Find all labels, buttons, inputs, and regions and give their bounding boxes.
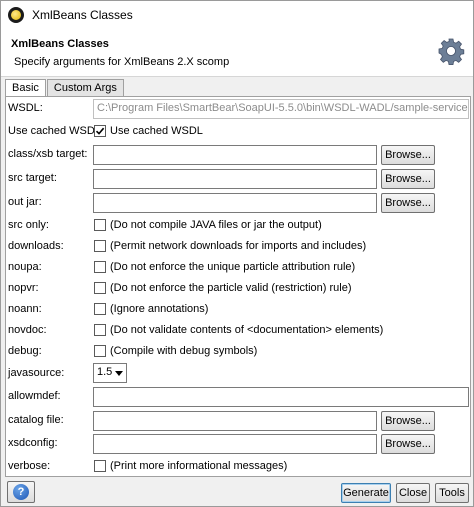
nopvr-checkbox[interactable] — [94, 282, 106, 294]
row-downloads: downloads: (Permit network downloads for… — [6, 236, 472, 258]
catalog-file-browse-button[interactable]: Browse... — [381, 411, 435, 431]
help-button[interactable]: ? — [7, 481, 35, 503]
src-target-label: src target: — [8, 172, 57, 184]
out-jar-browse-button[interactable]: Browse... — [381, 193, 435, 213]
row-noann: noann: (Ignore annotations) — [6, 299, 472, 321]
row-src-target: src target: Browse... — [6, 168, 472, 190]
class-xsb-target-label: class/xsb target: — [8, 148, 88, 160]
row-wsdl: WSDL: C:\Program Files\SmartBear\SoapUI-… — [6, 98, 472, 120]
checkmark-icon — [95, 127, 105, 135]
nopvr-text: (Do not enforce the particle valid (rest… — [110, 282, 352, 294]
header-description: Specify arguments for XmlBeans 2.X scomp — [14, 56, 230, 68]
row-xsdconfig: xsdconfig: Browse... — [6, 433, 472, 455]
verbose-text: (Print more informational messages) — [110, 460, 288, 472]
novdoc-checkbox[interactable] — [94, 324, 106, 336]
noann-label: noann: — [8, 303, 42, 315]
catalog-file-label: catalog file: — [8, 414, 64, 426]
dialog-header: XmlBeans Classes Specify arguments for X… — [1, 29, 473, 77]
wsdl-label: WSDL: — [8, 102, 43, 114]
debug-text: (Compile with debug symbols) — [110, 345, 258, 357]
out-jar-label: out jar: — [8, 196, 42, 208]
row-src-only: src only: (Do not compile JAVA files or … — [6, 215, 472, 237]
use-cached-wsdl-checkbox[interactable] — [94, 125, 106, 137]
tab-custom-args[interactable]: Custom Args — [46, 79, 124, 97]
wsdl-field[interactable]: C:\Program Files\SmartBear\SoapUI-5.5.0\… — [93, 99, 469, 119]
xsdconfig-input[interactable] — [93, 434, 377, 454]
downloads-label: downloads: — [8, 240, 64, 252]
allowmdef-label: allowmdef: — [8, 390, 61, 402]
javasource-label: javasource: — [8, 367, 65, 379]
debug-label: debug: — [8, 345, 42, 357]
header-title: XmlBeans Classes — [11, 38, 109, 50]
row-class-xsb-target: class/xsb target: Browse... — [6, 144, 472, 166]
novdoc-text: (Do not validate contents of <documentat… — [110, 324, 384, 336]
row-javasource: javasource: 1.5 — [6, 363, 472, 385]
src-only-checkbox[interactable] — [94, 219, 106, 231]
tab-bar: Basic Custom Args — [5, 79, 125, 98]
class-xsb-target-input[interactable] — [93, 145, 377, 165]
novdoc-label: novdoc: — [8, 324, 47, 336]
allowmdef-input[interactable] — [93, 387, 469, 407]
javasource-select[interactable]: 1.5 — [93, 363, 127, 383]
verbose-checkbox[interactable] — [94, 460, 106, 472]
nopvr-label: nopvr: — [8, 282, 39, 294]
row-debug: debug: (Compile with debug symbols) — [6, 341, 472, 363]
soapui-app-icon — [8, 7, 24, 23]
generate-button[interactable]: Generate — [341, 483, 391, 503]
class-xsb-target-browse-button[interactable]: Browse... — [381, 145, 435, 165]
dialog-footer: ? Generate Close Tools — [1, 479, 473, 507]
downloads-checkbox[interactable] — [94, 240, 106, 252]
title-bar: XmlBeans Classes — [1, 1, 473, 29]
src-target-browse-button[interactable]: Browse... — [381, 169, 435, 189]
dropdown-arrow-icon — [115, 371, 123, 376]
noupa-label: noupa: — [8, 261, 42, 273]
basic-panel: WSDL: C:\Program Files\SmartBear\SoapUI-… — [5, 96, 471, 477]
noann-checkbox[interactable] — [94, 303, 106, 315]
row-allowmdef: allowmdef: — [6, 386, 472, 408]
use-cached-wsdl-label: Use cached WSDL: — [8, 125, 104, 137]
noann-text: (Ignore annotations) — [110, 303, 209, 315]
close-button[interactable]: Close — [396, 483, 430, 503]
use-cached-wsdl-text: Use cached WSDL — [110, 125, 203, 137]
verbose-label: verbose: — [8, 460, 51, 472]
catalog-file-input[interactable] — [93, 411, 377, 431]
row-out-jar: out jar: Browse... — [6, 192, 472, 214]
xsdconfig-label: xsdconfig: — [8, 437, 58, 449]
row-use-cached-wsdl: Use cached WSDL: Use cached WSDL — [6, 121, 472, 143]
row-catalog-file: catalog file: Browse... — [6, 410, 472, 432]
help-icon: ? — [13, 484, 29, 500]
out-jar-input[interactable] — [93, 193, 377, 213]
noupa-checkbox[interactable] — [94, 261, 106, 273]
row-novdoc: novdoc: (Do not validate contents of <do… — [6, 320, 472, 342]
javasource-value: 1.5 — [97, 366, 113, 378]
row-nopvr: nopvr: (Do not enforce the particle vali… — [6, 278, 472, 300]
window-title: XmlBeans Classes — [32, 8, 133, 22]
tools-button[interactable]: Tools — [435, 483, 469, 503]
src-target-input[interactable] — [93, 169, 377, 189]
downloads-text: (Permit network downloads for imports an… — [110, 240, 367, 252]
noupa-text: (Do not enforce the unique particle attr… — [110, 261, 356, 273]
row-verbose: verbose: (Print more informational messa… — [6, 456, 472, 478]
src-only-text: (Do not compile JAVA files or jar the ou… — [110, 219, 322, 231]
xsdconfig-browse-button[interactable]: Browse... — [381, 434, 435, 454]
gear-icon — [438, 38, 465, 65]
row-noupa: noupa: (Do not enforce the unique partic… — [6, 257, 472, 279]
src-only-label: src only: — [8, 219, 49, 231]
dialog-window: XmlBeans Classes XmlBeans Classes Specif… — [0, 0, 474, 507]
debug-checkbox[interactable] — [94, 345, 106, 357]
